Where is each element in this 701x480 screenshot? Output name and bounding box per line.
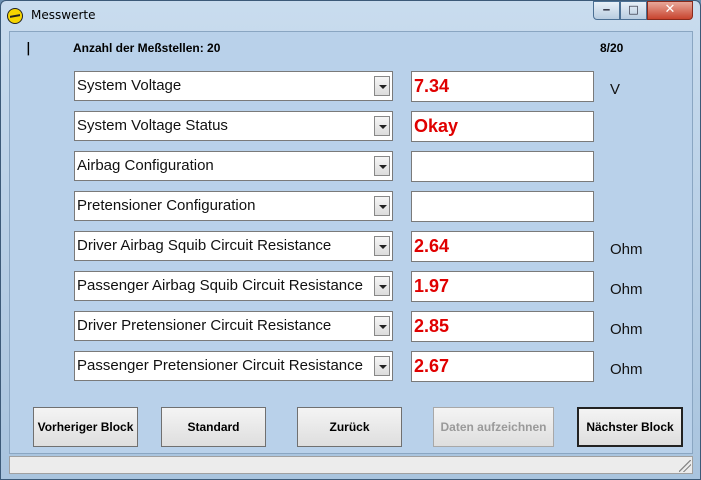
measurement-unit: Ohm	[610, 321, 643, 338]
measurement-name: System Voltage	[77, 77, 182, 94]
measurement-value: 7.34	[414, 76, 450, 96]
measurement-value-box: 2.85	[411, 311, 594, 342]
opel-logo-icon	[7, 8, 23, 24]
measurement-name: Airbag Configuration	[77, 157, 214, 174]
measurement-name: Driver Airbag Squib Circuit Resistance	[77, 237, 332, 254]
window: Messwerte ‒ □ ✕ | Anzahl der Meßstellen:…	[0, 0, 701, 480]
close-button[interactable]: ✕	[647, 1, 693, 20]
chevron-down-icon[interactable]	[374, 76, 390, 96]
next-block-button[interactable]: Nächster Block	[577, 407, 683, 447]
resize-grip-icon[interactable]	[679, 460, 691, 472]
maximize-icon: □	[628, 3, 639, 16]
previous-block-button[interactable]: Vorheriger Block	[33, 407, 138, 447]
measurement-select[interactable]: Passenger Airbag Squib Circuit Resistanc…	[74, 271, 393, 301]
status-bar	[9, 456, 693, 474]
measurement-row: Driver Pretensioner Circuit Resistance 2…	[10, 311, 694, 343]
window-title: Messwerte	[31, 8, 96, 22]
measurement-name: System Voltage Status	[77, 117, 228, 134]
measurement-unit: Ohm	[610, 361, 643, 378]
back-button[interactable]: Zurück	[297, 407, 402, 447]
measurement-name: Driver Pretensioner Circuit Resistance	[77, 317, 332, 334]
standard-button[interactable]: Standard	[161, 407, 266, 447]
measurement-value-box	[411, 151, 594, 182]
cursor-mark: |	[26, 41, 31, 56]
measurement-row: System Voltage Status Okay	[10, 111, 694, 143]
measurement-name: Passenger Airbag Squib Circuit Resistanc…	[77, 277, 363, 294]
measurement-unit: Ohm	[610, 281, 643, 298]
measurement-value-box: Okay	[411, 111, 594, 142]
measurement-unit: Ohm	[610, 241, 643, 258]
chevron-down-icon[interactable]	[374, 276, 390, 296]
maximize-button[interactable]: □	[620, 1, 647, 20]
measurement-name: Passenger Pretensioner Circuit Resistanc…	[77, 357, 363, 374]
block-page-indicator: 8/20	[600, 41, 624, 55]
measurement-row: Airbag Configuration	[10, 151, 694, 183]
measurement-select[interactable]: System Voltage	[74, 71, 393, 101]
measurement-count-label: Anzahl der Meßstellen: 20	[73, 41, 221, 55]
chevron-down-icon[interactable]	[374, 156, 390, 176]
measurement-value-box: 2.64	[411, 231, 594, 262]
close-icon: ✕	[664, 2, 676, 17]
measurement-value: 2.85	[414, 316, 450, 336]
title-bar[interactable]: Messwerte ‒ □ ✕	[1, 1, 700, 31]
chevron-down-icon[interactable]	[374, 116, 390, 136]
measurement-value-box	[411, 191, 594, 222]
measurement-value-box: 7.34	[411, 71, 594, 102]
measurement-value-box: 2.67	[411, 351, 594, 382]
measurement-row: Passenger Airbag Squib Circuit Resistanc…	[10, 271, 694, 303]
minimize-icon: ‒	[602, 3, 611, 16]
chevron-down-icon[interactable]	[374, 356, 390, 376]
measurement-panel: | Anzahl der Meßstellen: 20 8/20 System …	[9, 31, 693, 454]
measurement-select[interactable]: Passenger Pretensioner Circuit Resistanc…	[74, 351, 393, 381]
minimize-button[interactable]: ‒	[593, 1, 620, 20]
measurement-value: 2.67	[414, 356, 450, 376]
measurement-select[interactable]: Driver Airbag Squib Circuit Resistance	[74, 231, 393, 261]
measurement-select[interactable]: Driver Pretensioner Circuit Resistance	[74, 311, 393, 341]
measurement-value-box: 1.97	[411, 271, 594, 302]
measurement-select[interactable]: Pretensioner Configuration	[74, 191, 393, 221]
chevron-down-icon[interactable]	[374, 316, 390, 336]
record-data-button[interactable]: Daten aufzeichnen	[433, 407, 554, 447]
measurement-value: Okay	[414, 116, 459, 136]
measurement-unit: V	[610, 81, 621, 98]
measurement-select[interactable]: Airbag Configuration	[74, 151, 393, 181]
chevron-down-icon[interactable]	[374, 196, 390, 216]
measurement-row: Passenger Pretensioner Circuit Resistanc…	[10, 351, 694, 383]
measurement-row: Driver Airbag Squib Circuit Resistance 2…	[10, 231, 694, 263]
measurement-row: System Voltage 7.34 V	[10, 71, 694, 103]
chevron-down-icon[interactable]	[374, 236, 390, 256]
measurement-value: 1.97	[414, 276, 450, 296]
measurement-select[interactable]: System Voltage Status	[74, 111, 393, 141]
measurement-value: 2.64	[414, 236, 450, 256]
measurement-name: Pretensioner Configuration	[77, 197, 256, 214]
measurement-row: Pretensioner Configuration	[10, 191, 694, 223]
